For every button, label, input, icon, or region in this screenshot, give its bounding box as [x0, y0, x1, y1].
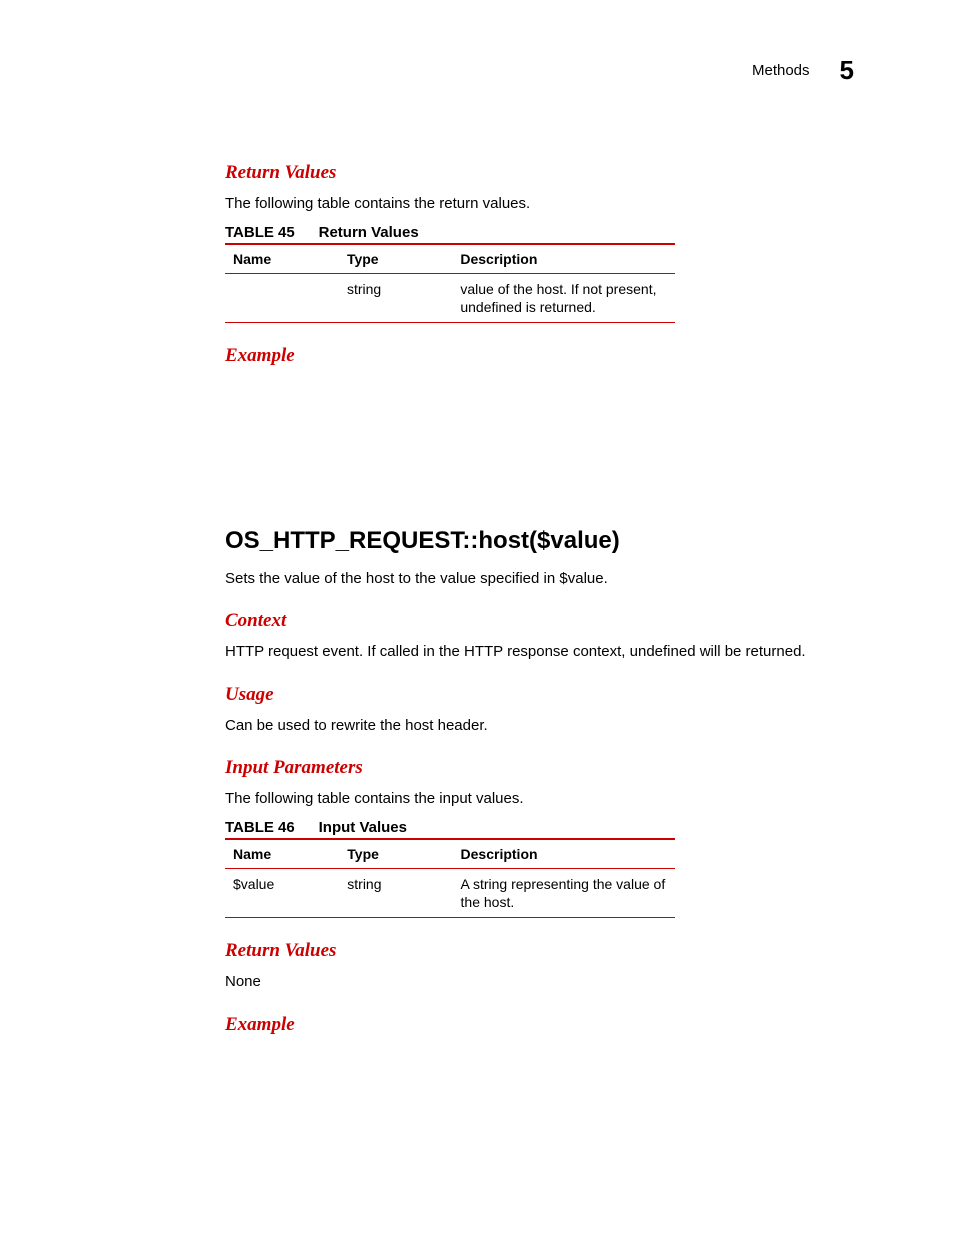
table-row: string value of the host. If not present…	[225, 273, 675, 322]
col-desc: Description	[453, 839, 675, 869]
return-values-heading: Return Values	[225, 162, 854, 184]
table-45-title: Return Values	[319, 224, 419, 241]
header-section: Methods	[752, 62, 810, 79]
col-type: Type	[339, 244, 452, 274]
col-name: Name	[225, 244, 339, 274]
cell-type: string	[339, 868, 452, 917]
usage-heading: Usage	[225, 684, 854, 706]
cell-name	[225, 273, 339, 322]
page-header: Methods 5	[752, 55, 854, 86]
table-46-number: TABLE 46	[225, 819, 295, 836]
method-description: Sets the value of the host to the value …	[225, 569, 854, 589]
cell-type: string	[339, 273, 452, 322]
return-values-2-body: None	[225, 972, 854, 992]
table-45: Name Type Description string value of th…	[225, 243, 675, 323]
table-row: $value string A string representing the …	[225, 868, 675, 917]
return-values-intro: The following table contains the return …	[225, 194, 854, 214]
example-heading: Example	[225, 345, 854, 367]
input-parameters-intro: The following table contains the input v…	[225, 789, 854, 809]
usage-body: Can be used to rewrite the host header.	[225, 716, 854, 736]
context-body: HTTP request event. If called in the HTT…	[225, 642, 854, 662]
input-parameters-heading: Input Parameters	[225, 757, 854, 779]
col-desc: Description	[452, 244, 675, 274]
col-name: Name	[225, 839, 339, 869]
table-46: Name Type Description $value string A st…	[225, 838, 675, 918]
header-chapter-number: 5	[840, 55, 854, 86]
table-46-title: Input Values	[319, 819, 407, 836]
method-title: OS_HTTP_REQUEST::host($value)	[225, 527, 854, 555]
context-heading: Context	[225, 610, 854, 632]
example-2-heading: Example	[225, 1014, 854, 1036]
cell-desc: value of the host. If not present, undef…	[452, 273, 675, 322]
table-45-number: TABLE 45	[225, 224, 295, 241]
cell-desc: A string representing the value of the h…	[453, 868, 675, 917]
return-values-2-heading: Return Values	[225, 940, 854, 962]
cell-name: $value	[225, 868, 339, 917]
table-46-caption: TABLE 46 Input Values	[225, 819, 854, 836]
table-45-caption: TABLE 45 Return Values	[225, 224, 854, 241]
col-type: Type	[339, 839, 452, 869]
